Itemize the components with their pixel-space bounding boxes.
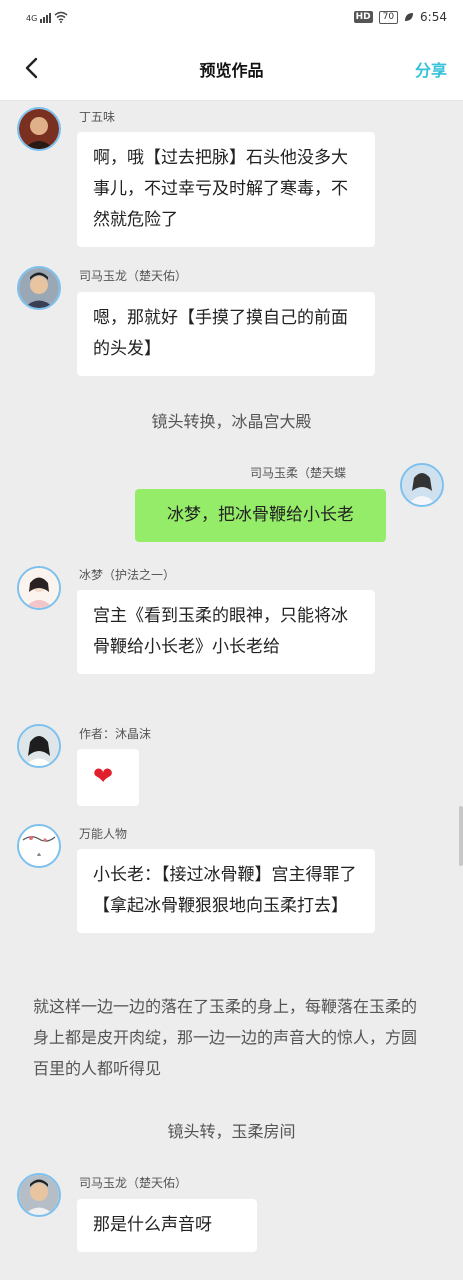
battery-icon: 70 bbox=[378, 10, 399, 24]
message-bubble[interactable]: 宫主《看到玉柔的眼神，只能将冰骨鞭给小长老》小长老给 bbox=[77, 590, 375, 674]
ink-painting-icon bbox=[19, 826, 59, 866]
message-bubble[interactable]: 那是什么声音呀 bbox=[77, 1199, 257, 1252]
message-bubble-self[interactable]: 冰梦，把冰骨鞭给小长老 bbox=[135, 489, 386, 542]
message-bubble[interactable]: 小长老：【接过冰骨鞭】宫主得罪了【拿起冰骨鞭狠狠地向玉柔打去】 bbox=[77, 849, 375, 933]
page-title: 预览作品 bbox=[199, 61, 264, 80]
scrollbar[interactable] bbox=[459, 806, 463, 866]
man-costume-icon bbox=[19, 268, 59, 308]
hd-badge: HD bbox=[353, 11, 373, 23]
heart-icon: ❤ bbox=[93, 762, 114, 790]
man-costume-icon bbox=[19, 1175, 59, 1215]
wifi-icon bbox=[54, 11, 68, 23]
narration-paragraph: 就这样一边一边的落在了玉柔的身上，每鞭落在玉柔的身上都是皮开肉绽，那一边一边的声… bbox=[33, 997, 418, 1078]
share-button[interactable]: 分享 bbox=[415, 57, 447, 81]
avatar[interactable] bbox=[17, 824, 61, 868]
signal-area: 4G bbox=[26, 11, 68, 23]
sender-name: 丁五味 bbox=[79, 110, 116, 124]
status-right: HD 70 6:54 bbox=[353, 10, 447, 24]
avatar[interactable] bbox=[17, 724, 61, 768]
avatar[interactable] bbox=[400, 463, 444, 507]
scene-narration: 镜头转，玉柔房间 bbox=[167, 1122, 296, 1141]
sender-name: 司马玉龙（楚天佑） bbox=[79, 269, 188, 283]
sender-name: 冰梦（护法之一） bbox=[79, 568, 176, 582]
message-bubble[interactable]: 啊，哦【过去把脉】石头他没多大事儿，不过幸亏及时解了寒毒，不然就危险了 bbox=[77, 132, 375, 247]
scene-narration: 镜头转换，冰晶宫大殿 bbox=[151, 412, 312, 431]
avatar[interactable] bbox=[17, 566, 61, 610]
app-header: 预览作品 分享 bbox=[0, 38, 463, 101]
woman-painting-icon bbox=[19, 568, 59, 608]
network-type: 4G bbox=[26, 14, 38, 23]
man-portrait-icon bbox=[19, 109, 59, 149]
avatar[interactable] bbox=[17, 107, 61, 151]
sender-name: 万能人物 bbox=[79, 827, 128, 841]
status-bar: 4G HD 70 6:54 bbox=[0, 0, 463, 38]
avatar[interactable] bbox=[17, 266, 61, 310]
sender-name: 作者：沐晶沫 bbox=[79, 727, 152, 741]
signal-icon bbox=[40, 13, 52, 23]
woman-costume-icon bbox=[402, 465, 442, 505]
message-bubble[interactable]: 嗯，那就好【手摸了摸自己的前面的头发】 bbox=[77, 292, 375, 376]
sender-name: 司马玉龙（楚天佑） bbox=[79, 1176, 188, 1190]
leaf-icon bbox=[405, 13, 414, 21]
sender-name: 司马玉柔（楚天蝶 bbox=[250, 466, 347, 480]
clock: 6:54 bbox=[420, 10, 447, 24]
message-bubble[interactable]: ❤ bbox=[77, 749, 139, 806]
author-avatar-icon bbox=[19, 726, 59, 766]
avatar[interactable] bbox=[17, 1173, 61, 1217]
